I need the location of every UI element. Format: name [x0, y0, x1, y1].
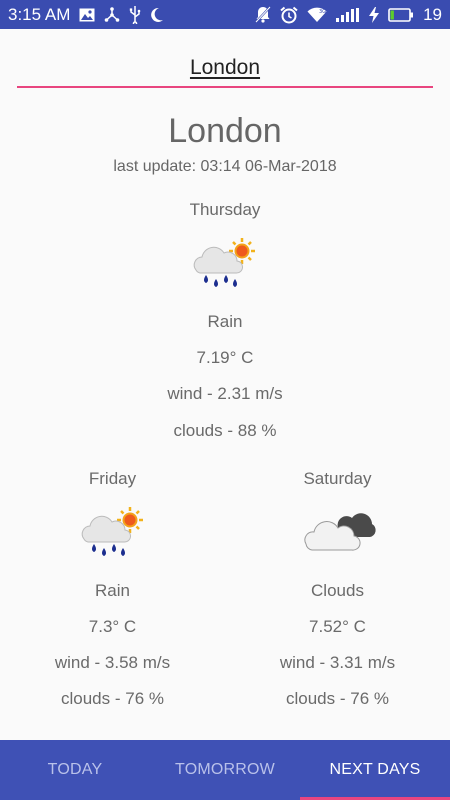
status-bar-right: 3G 19	[255, 5, 442, 25]
today-day: Thursday	[189, 200, 261, 219]
share-icon	[104, 6, 120, 23]
charging-icon	[369, 6, 380, 23]
search-input[interactable]	[17, 50, 433, 86]
wifi-icon: 3G	[307, 7, 327, 23]
battery-level: 19	[423, 4, 442, 24]
tab-today[interactable]: TODAY	[0, 740, 150, 800]
today-temperature: 7.19° C	[196, 348, 254, 367]
bottom-navigation: TODAY TOMORROW NEXT DAYS	[0, 740, 450, 800]
usb-icon	[129, 5, 141, 24]
status-bar-left: 3:15 AM	[8, 5, 164, 25]
alarm-icon	[280, 6, 298, 24]
moon-icon	[150, 7, 164, 23]
status-time: 3:15 AM	[8, 4, 71, 24]
today-wind: wind - 2.31 m/s	[167, 384, 283, 403]
tab-next-days[interactable]: NEXT DAYS	[300, 740, 450, 800]
tab-tomorrow[interactable]: TOMORROW	[150, 740, 300, 800]
battery-icon	[388, 7, 414, 22]
today-clouds: clouds - 88 %	[173, 421, 277, 440]
signal-icon	[336, 7, 360, 22]
forecast-temperature: 7.52° C	[309, 617, 366, 636]
mute-notifications-icon	[255, 6, 271, 23]
forecast-wind: wind - 3.58 m/s	[54, 653, 171, 672]
forecast-clouds: clouds - 76 %	[286, 689, 389, 708]
city-title: London	[168, 112, 282, 150]
search-underline	[17, 86, 433, 88]
last-update-text: last update: 03:14 06-Mar-2018	[113, 158, 337, 175]
rain-sun-icon	[78, 506, 148, 565]
tab-next-days-label: NEXT DAYS	[329, 761, 421, 778]
forecast-condition: Rain	[95, 581, 130, 600]
svg-text:3G: 3G	[319, 9, 326, 15]
search-field[interactable]	[17, 50, 433, 88]
forecast-temperature: 7.3° C	[88, 617, 137, 636]
clouds-icon	[302, 506, 378, 561]
image-icon	[79, 8, 95, 22]
forecast-day: Friday	[88, 469, 137, 488]
forecast-condition: Clouds	[311, 581, 364, 600]
forecast-wind: wind - 3.31 m/s	[279, 653, 396, 672]
today-condition: Rain	[207, 312, 243, 331]
forecast-day: Saturday	[303, 469, 372, 488]
rain-sun-icon	[190, 237, 260, 296]
forecast-clouds: clouds - 76 %	[61, 689, 164, 708]
status-bar: 3:15 AM 3G 19	[0, 0, 450, 29]
